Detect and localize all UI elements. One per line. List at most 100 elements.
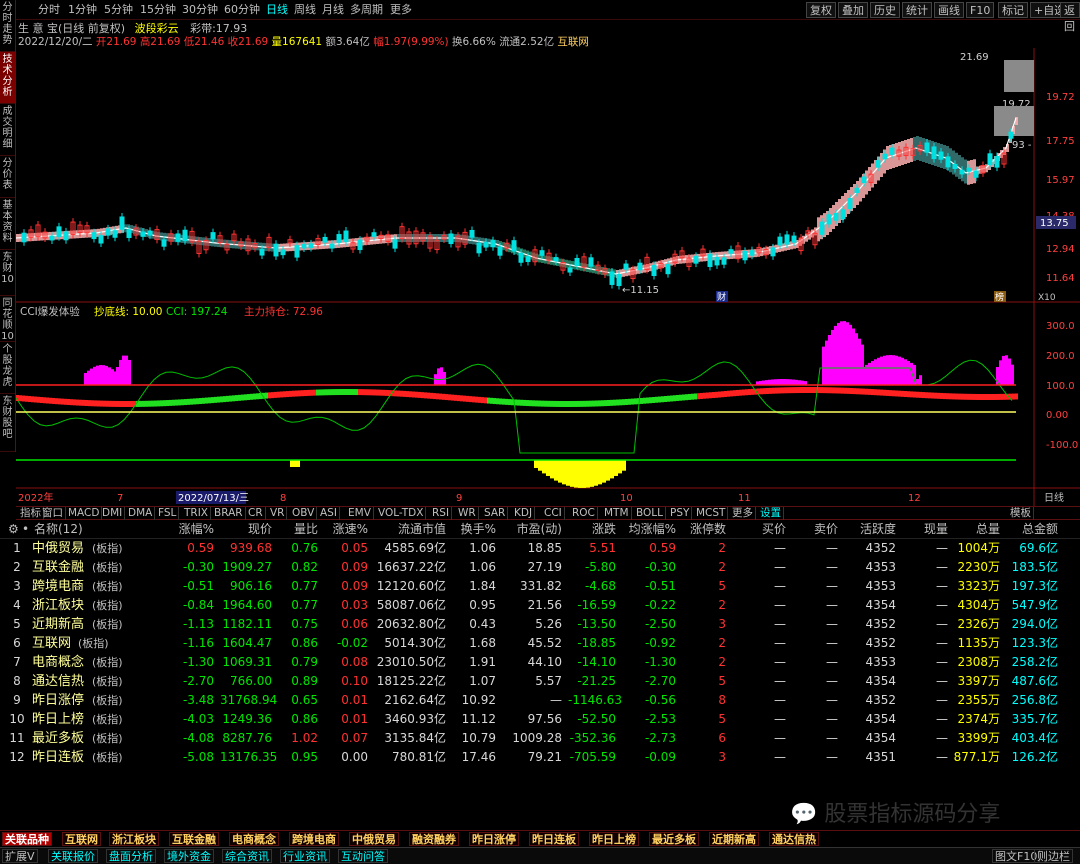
col-name[interactable]: 名称(12): [34, 520, 104, 539]
related-tab-13[interactable]: 通达信热: [769, 832, 819, 846]
indicator-tab-15[interactable]: WR: [456, 507, 479, 520]
fanhui-button[interactable]: 返回: [1060, 2, 1080, 33]
indicator-tab-6[interactable]: TRIX: [182, 507, 211, 520]
col-cur[interactable]: 现量: [910, 520, 948, 539]
indicator-tab-2[interactable]: MACD: [66, 507, 103, 520]
related-tab-11[interactable]: 最近多板: [649, 832, 699, 846]
quote-concept[interactable]: 互联网: [557, 36, 589, 48]
settings-icon[interactable]: ⚙: [8, 520, 19, 539]
bottom-right-item-1[interactable]: 则边栏: [1034, 849, 1073, 863]
period-weekly[interactable]: 周线: [294, 2, 316, 18]
indicator-tab-25[interactable]: 设置: [758, 507, 784, 520]
period-1min[interactable]: 1分钟: [68, 2, 97, 18]
diejia-button[interactable]: 叠加: [838, 2, 868, 18]
col-avg[interactable]: 均涨幅%: [622, 520, 676, 539]
col-to[interactable]: 换手%: [452, 520, 496, 539]
related-tab-4[interactable]: 电商概念: [229, 832, 279, 846]
period-more[interactable]: 更多: [390, 2, 412, 18]
indicator-tab-5[interactable]: FSL: [156, 507, 180, 520]
indicator-tab-3[interactable]: DMI: [100, 507, 126, 520]
table-row[interactable]: 5 近期新高 (板指) -1.13 1182.11 0.75 0.06 20632.80亿 0.…: [0, 615, 1080, 634]
indicator-tab-16[interactable]: SAR: [482, 507, 509, 520]
indicator-tab-12[interactable]: EMV: [346, 507, 374, 520]
col-buy[interactable]: 买价: [748, 520, 786, 539]
bottom-bar-item-1[interactable]: 关联报价: [48, 849, 98, 863]
period-15min[interactable]: 15分钟: [140, 2, 176, 18]
bottom-bar-item-6[interactable]: 互动问答: [338, 849, 388, 863]
indicator-tab-10[interactable]: OBV: [290, 507, 318, 520]
nav-fenjia[interactable]: 分价表: [0, 156, 15, 198]
table-row[interactable]: 3 跨境电商 (板指) -0.51 906.16 0.77 0.09 12120.60亿 1.8…: [0, 577, 1080, 596]
nav-longhu[interactable]: 个股龙虎: [0, 342, 15, 394]
col-amt[interactable]: 总金额: [1012, 520, 1058, 539]
indicator-tab-14[interactable]: RSI: [430, 507, 453, 520]
bottom-bar-item-4[interactable]: 综合资讯: [222, 849, 272, 863]
nav-dongcai10[interactable]: 东财10: [0, 250, 15, 296]
indicator-tab-11[interactable]: ASI: [318, 507, 340, 520]
indicator-tab-19[interactable]: ROC: [570, 507, 598, 520]
tongji-button[interactable]: 统计: [902, 2, 932, 18]
indicator-tab-21[interactable]: BOLL: [634, 507, 666, 520]
chart-area[interactable]: 19.72 17.75 15.97 14.38 12.94 11.64 13.7…: [16, 48, 1080, 506]
col-chg[interactable]: 涨幅%: [160, 520, 214, 539]
col-spd[interactable]: 涨速%: [322, 520, 368, 539]
col-cap[interactable]: 流通市值: [374, 520, 446, 539]
col-lim[interactable]: 涨停数: [682, 520, 726, 539]
period-fenshi[interactable]: 分时: [38, 2, 60, 18]
indicator-tab-22[interactable]: PSY: [668, 507, 693, 520]
related-tab-9[interactable]: 昨日连板: [529, 832, 579, 846]
col-act[interactable]: 活跃度: [850, 520, 896, 539]
col-price[interactable]: 现价: [220, 520, 272, 539]
table-row[interactable]: 7 电商概念 (板指) -1.30 1069.31 0.79 0.08 23010.50亿 1.…: [0, 653, 1080, 672]
template-button[interactable]: 模板: [1008, 507, 1034, 520]
nav-fenshi[interactable]: 分时走势: [0, 0, 15, 52]
indicator-tab-1[interactable]: 窗口: [40, 507, 66, 520]
biaoji-button[interactable]: 标记: [998, 2, 1028, 18]
related-tab-8[interactable]: 昨日涨停: [469, 832, 519, 846]
indicator-tab-8[interactable]: CR: [246, 507, 266, 520]
related-tab-1[interactable]: 互联网: [62, 832, 101, 846]
table-row[interactable]: 1 中俄贸易 (板指) 0.59 939.68 0.76 0.05 4585.69亿 1.06 1…: [0, 539, 1080, 558]
related-tab-6[interactable]: 中俄贸易: [349, 832, 399, 846]
indicator-tab-23[interactable]: MCST: [694, 507, 729, 520]
col-diff[interactable]: 涨跌: [568, 520, 616, 539]
col-pe[interactable]: 市盈(动): [502, 520, 562, 539]
period-60min[interactable]: 60分钟: [224, 2, 260, 18]
table-row[interactable]: 4 浙江板块 (板指) -0.84 1964.60 0.77 0.03 58087.06亿 0.…: [0, 596, 1080, 615]
indicator-tab-4[interactable]: DMA: [126, 507, 156, 520]
bottom-bar-item-3[interactable]: 境外资金: [164, 849, 214, 863]
indicator-tab-9[interactable]: VR: [268, 507, 288, 520]
table-row[interactable]: 2 互联金融 (板指) -0.30 1909.27 0.82 0.09 16637.22亿 1.…: [0, 558, 1080, 577]
indicator-tab-20[interactable]: MTM: [602, 507, 632, 520]
bottom-bar-item-2[interactable]: 盘面分析: [106, 849, 156, 863]
zoom-label[interactable]: X10: [1038, 293, 1056, 303]
bottom-bar-item-0[interactable]: 扩展V: [2, 849, 38, 863]
table-row[interactable]: 10 昨日上榜 (板指) -4.03 1249.36 0.86 0.01 3460.93亿 11…: [0, 710, 1080, 729]
indicator-tab-13[interactable]: VOL-TDX: [376, 507, 427, 520]
related-tab-0[interactable]: 关联品种: [2, 832, 52, 846]
nav-tonghuashun10[interactable]: 同花顺10: [0, 296, 15, 342]
fuquan-button[interactable]: 复权: [806, 2, 836, 18]
col-vr[interactable]: 量比: [280, 520, 318, 539]
lishi-button[interactable]: 历史: [870, 2, 900, 18]
related-tab-12[interactable]: 近期新高: [709, 832, 759, 846]
col-vol[interactable]: 总量: [960, 520, 1000, 539]
table-row[interactable]: 11 最近多板 (板指) -4.08 8287.76 1.02 0.07 3135.84亿 10…: [0, 729, 1080, 748]
huaxian-button[interactable]: 画线: [934, 2, 964, 18]
period-30min[interactable]: 30分钟: [182, 2, 218, 18]
period-5min[interactable]: 5分钟: [104, 2, 133, 18]
period-multi[interactable]: 多周期: [350, 2, 383, 18]
table-row[interactable]: 8 通达信热 (板指) -2.70 766.00 0.89 0.10 18125.22亿 1.0…: [0, 672, 1080, 691]
nav-chengjiao[interactable]: 成交明细: [0, 104, 15, 156]
related-tab-7[interactable]: 融资融券: [409, 832, 459, 846]
f10-button[interactable]: F10: [966, 2, 995, 18]
table-row[interactable]: 12 昨日连板 (板指) -5.08 13176.35 0.95 0.00 780.81亿 17…: [0, 748, 1080, 767]
nav-jiben[interactable]: 基本资料: [0, 198, 15, 250]
bottom-bar-item-5[interactable]: 行业资讯: [280, 849, 330, 863]
table-row[interactable]: 6 互联网 (板指) -1.16 1604.47 0.86 -0.02 5014.30亿 1.6…: [0, 634, 1080, 653]
indicator-tab-24[interactable]: 更多: [730, 507, 756, 520]
nav-guba[interactable]: 东财股吧: [0, 394, 15, 452]
col-sell[interactable]: 卖价: [800, 520, 838, 539]
indicator-tab-17[interactable]: KDJ: [512, 507, 536, 520]
indicator-tab-18[interactable]: CCI: [542, 507, 565, 520]
